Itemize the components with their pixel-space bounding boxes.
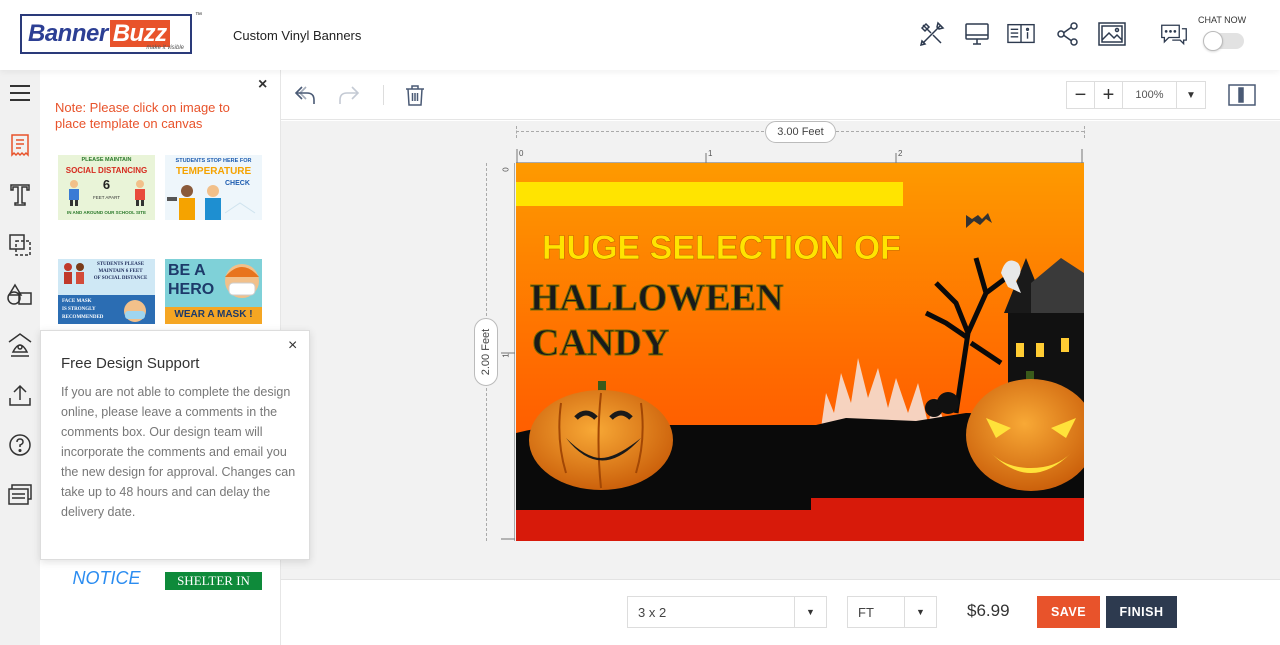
upload-icon[interactable] (6, 381, 34, 409)
template-shelter-in-place[interactable]: SHELTER IN (165, 572, 262, 590)
logo-text-buzz: Buzz (109, 20, 170, 47)
horizontal-ruler: 0 1 2 (516, 149, 1084, 163)
help-icon[interactable] (6, 431, 34, 459)
panel-close-icon[interactable]: × (258, 76, 267, 94)
template-notice[interactable]: NOTICE (58, 565, 155, 590)
book-info-icon[interactable] (1007, 20, 1035, 48)
delete-icon[interactable] (402, 82, 428, 108)
template-text: STUDENTS PLEASE (96, 262, 145, 267)
zoom-value[interactable]: 100% (1123, 82, 1177, 108)
ruler-label: 2 (898, 149, 903, 158)
chat-now-label: CHAT NOW (1198, 15, 1247, 25)
share-icon[interactable] (1054, 20, 1082, 48)
logo-trademark: ™ (195, 12, 202, 19)
zoom-in-button[interactable]: + (1095, 82, 1123, 108)
unit-value: FT (858, 604, 874, 620)
ruler-label: 1 (501, 353, 511, 358)
chevron-down-icon: ▼ (794, 597, 826, 627)
template-be-a-hero[interactable]: BE A HERO WEAR A MASK ! (165, 259, 262, 324)
unit-select[interactable]: FT ▼ (847, 596, 937, 628)
support-body: If you are not able to complete the desi… (61, 385, 296, 519)
headline-huge-selection[interactable]: HUGE SELECTION OF (542, 229, 901, 268)
ruler-label: 1 (708, 149, 713, 158)
undo-icon[interactable] (292, 82, 318, 108)
template-text: SOCIAL DISTANCING (65, 166, 148, 175)
template-social-distancing[interactable]: PLEASE MAINTAIN SOCIAL DISTANCING 6 FEET… (58, 155, 155, 220)
size-value: 3 x 2 (638, 604, 667, 620)
toolbar-separator (383, 85, 384, 105)
zoom-control: − + 100% ▼ (1066, 81, 1206, 109)
ruler-label: 0 (501, 167, 511, 172)
finish-button[interactable]: FINISH (1106, 596, 1177, 628)
template-text: RECOMMENDED (62, 315, 104, 320)
template-face-mask[interactable]: STUDENTS PLEASE MAINTAIN 6 FEET OF SOCIA… (58, 259, 155, 324)
save-button[interactable]: SAVE (1037, 596, 1100, 628)
template-text: IN AND AROUND OUR SCHOOL SITE (66, 210, 147, 215)
template-text: SHELTER IN (177, 573, 250, 588)
template-text: IS STRONGLY (62, 307, 96, 312)
ruler-label: 0 (519, 149, 524, 158)
comments-icon[interactable] (6, 481, 34, 509)
width-label: 3.00 Feet (765, 121, 836, 143)
mask-face-icon (124, 300, 146, 322)
bannerbuzz-logo[interactable]: Banner Buzz make it visible (20, 14, 192, 54)
app-header: Banner Buzz make it visible ™ Custom Viny… (0, 0, 1280, 70)
design-workspace: 3.00 Feet 2.00 Feet 0 1 2 0 1 HUGE SELEC… (281, 121, 1280, 579)
order-bar: 3 x 2 ▼ FT ▼ $6.99 SAVE FINISH (281, 579, 1280, 645)
zoom-out-button[interactable]: − (1067, 82, 1095, 108)
template-temperature-check[interactable]: STUDENTS STOP HERE FOR TEMPERATURE CHECK (165, 155, 262, 220)
image-icon[interactable] (1098, 20, 1126, 48)
canvas-toolbar: − + 100% ▼ (281, 70, 1280, 120)
panel-note: Note: Please click on image to place tem… (55, 100, 230, 131)
child-figure-icon (135, 180, 145, 206)
headline-candy[interactable]: CANDY (532, 322, 670, 365)
price-label: $6.99 (967, 601, 1010, 620)
text-icon[interactable] (6, 181, 34, 209)
height-label-pill: 2.00 Feet (474, 318, 498, 386)
size-select[interactable]: 3 x 2 ▼ (627, 596, 827, 628)
template-text: NOTICE (72, 568, 141, 588)
template-text: WEAR A MASK ! (174, 309, 253, 320)
shapes-icon[interactable] (6, 231, 34, 259)
halloween-banner-artwork: HUGE SELECTION OF HALLOWEEN CANDY (516, 163, 1084, 541)
vertical-ruler: 0 1 (501, 163, 515, 541)
banner-canvas[interactable]: HUGE SELECTION OF HALLOWEEN CANDY (516, 163, 1084, 541)
child-figure-icon (69, 180, 79, 206)
page-title: Custom Vinyl Banners (233, 28, 362, 43)
menu-icon[interactable] (6, 79, 34, 107)
split-view-icon[interactable] (1228, 82, 1256, 108)
chevron-down-icon: ▼ (904, 597, 936, 627)
template-text: PLEASE MAINTAIN (81, 157, 132, 163)
template-text: STUDENTS STOP HERE FOR (175, 158, 252, 164)
redo-icon[interactable] (336, 82, 362, 108)
zoom-dropdown-icon[interactable]: ▼ (1177, 82, 1205, 108)
support-title: Free Design Support (61, 355, 200, 372)
logo-tagline: make it visible (146, 45, 184, 51)
logo-text-banner: Banner (28, 20, 108, 47)
height-label: 2.00 Feet (480, 328, 493, 376)
template-text: FACE MASK (62, 299, 92, 304)
toggle-knob (1203, 31, 1223, 51)
kids-figure-icon (64, 263, 84, 284)
template-text: BE A (168, 262, 206, 279)
design-support-popover: × Free Design Support If you are not abl… (40, 330, 310, 560)
hero-kid-icon (225, 264, 259, 298)
support-close-icon[interactable]: × (288, 337, 297, 355)
tool-rail (0, 70, 40, 645)
chat-icon[interactable] (1160, 20, 1188, 48)
monitor-preview-icon[interactable] (963, 20, 991, 48)
chat-toggle[interactable] (1203, 31, 1244, 51)
design-tools-icon[interactable] (918, 20, 946, 48)
clipart-icon[interactable] (6, 281, 34, 309)
template-text: TEMPERATURE (175, 166, 252, 177)
templates-icon[interactable] (6, 131, 34, 159)
template-text: HERO (168, 281, 215, 298)
template-text: OF SOCIAL DISTANCE (93, 276, 148, 281)
headline-halloween[interactable]: HALLOWEEN (530, 277, 784, 320)
people-illustration-icon (167, 185, 256, 220)
template-text: MAINTAIN 6 FEET (98, 269, 143, 274)
background-icon[interactable] (6, 331, 34, 359)
